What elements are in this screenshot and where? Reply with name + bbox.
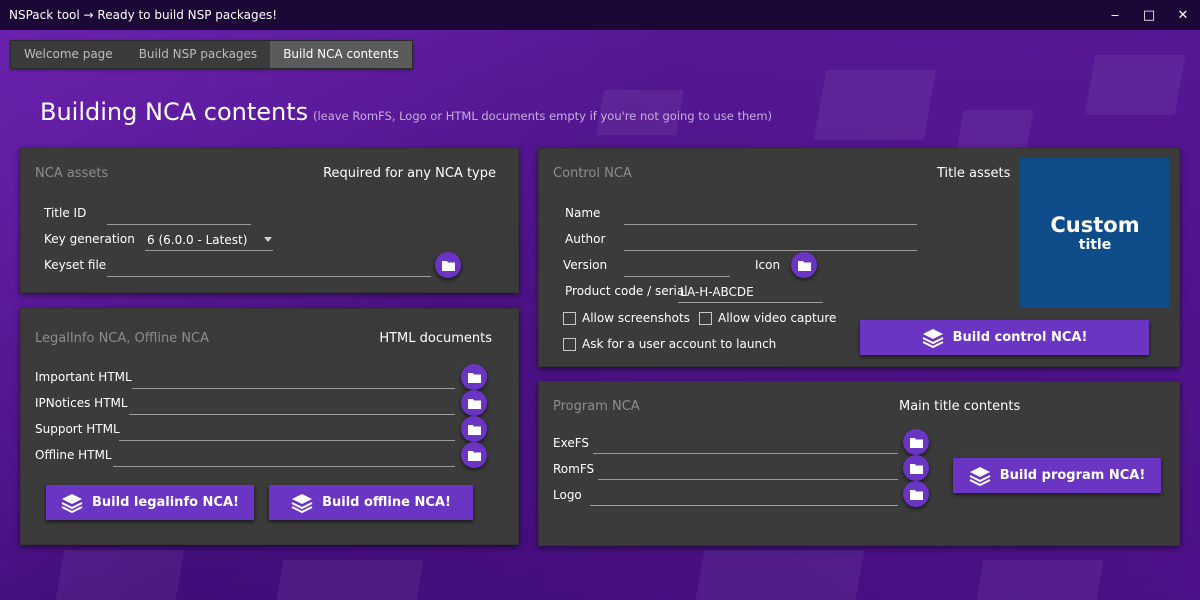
browse-romfs-button[interactable] bbox=[903, 455, 929, 481]
card-title: NCA assets bbox=[35, 166, 109, 181]
browse-logo-button[interactable] bbox=[903, 481, 929, 507]
important-html-label: Important HTML bbox=[35, 370, 132, 384]
program-nca-card: Program NCA Main title contents ExeFS Ro… bbox=[538, 381, 1180, 546]
checkbox-box bbox=[563, 311, 576, 325]
author-label: Author bbox=[565, 232, 606, 246]
title-preview-image[interactable]: Custom title bbox=[1020, 158, 1170, 308]
offline-html-input[interactable] bbox=[113, 447, 455, 467]
folder-icon bbox=[467, 372, 481, 383]
card-title: Control NCA bbox=[553, 166, 632, 181]
build-legalinfo-label: Build legalinfo NCA! bbox=[92, 495, 239, 510]
key-generation-label: Key generation bbox=[44, 232, 135, 246]
product-code-input[interactable]: LA-H-ABCDE bbox=[678, 283, 823, 303]
folder-icon bbox=[467, 398, 481, 409]
browse-ipnotices-html-button[interactable] bbox=[461, 390, 487, 416]
page-hint: (leave RomFS, Logo or HTML documents emp… bbox=[313, 109, 773, 123]
version-input[interactable] bbox=[624, 257, 730, 277]
name-input[interactable] bbox=[624, 205, 917, 225]
checkbox-box bbox=[699, 311, 712, 325]
allow-screenshots-checkbox[interactable]: Allow screenshots bbox=[563, 311, 690, 325]
ipnotices-html-label: IPNotices HTML bbox=[35, 396, 128, 410]
window-title: NSPack tool → Ready to build NSP package… bbox=[9, 8, 278, 22]
page-title: Building NCA contents bbox=[40, 98, 309, 126]
folder-icon bbox=[909, 489, 923, 500]
build-offline-button[interactable]: Build offline NCA! bbox=[269, 485, 473, 520]
legalinfo-card: LegalInfo NCA, Offline NCA HTML document… bbox=[20, 308, 519, 545]
name-label: Name bbox=[565, 206, 601, 220]
author-input[interactable] bbox=[624, 231, 917, 251]
ipnotices-html-input[interactable] bbox=[129, 395, 455, 415]
card-subtitle: Main title contents bbox=[899, 399, 1021, 414]
preview-line-1: Custom bbox=[1050, 212, 1140, 237]
logo-input[interactable] bbox=[590, 486, 898, 506]
allow-video-capture-label: Allow video capture bbox=[718, 311, 837, 325]
icon-label: Icon bbox=[755, 258, 781, 272]
ask-user-account-checkbox[interactable]: Ask for a user account to launch bbox=[563, 337, 776, 351]
build-legalinfo-button[interactable]: Build legalinfo NCA! bbox=[46, 485, 254, 520]
card-title: LegalInfo NCA, Offline NCA bbox=[35, 331, 210, 346]
folder-icon bbox=[467, 450, 481, 461]
layers-icon bbox=[969, 466, 991, 486]
browse-icon-button[interactable] bbox=[791, 252, 817, 278]
tab-bar: Welcome page Build NSP packages Build NC… bbox=[10, 40, 413, 69]
window-titlebar: NSPack tool → Ready to build NSP package… bbox=[0, 0, 1200, 30]
product-code-label: Product code / serial bbox=[565, 284, 688, 298]
build-offline-label: Build offline NCA! bbox=[322, 495, 451, 510]
preview-line-2: title bbox=[1078, 236, 1112, 253]
romfs-label: RomFS bbox=[553, 462, 595, 476]
folder-icon bbox=[797, 260, 811, 271]
build-program-button[interactable]: Build program NCA! bbox=[953, 458, 1161, 493]
build-control-button[interactable]: Build control NCA! bbox=[860, 320, 1149, 355]
build-program-label: Build program NCA! bbox=[999, 468, 1146, 483]
logo-label: Logo bbox=[553, 488, 582, 502]
offline-html-label: Offline HTML bbox=[35, 448, 112, 462]
support-html-input[interactable] bbox=[119, 421, 455, 441]
card-subtitle: Required for any NCA type bbox=[323, 166, 496, 181]
key-generation-select[interactable]: 6 (6.0.0 - Latest) bbox=[145, 231, 273, 251]
browse-important-html-button[interactable] bbox=[461, 364, 487, 390]
checkbox-box bbox=[563, 337, 576, 351]
ask-user-account-label: Ask for a user account to launch bbox=[582, 337, 777, 351]
build-control-label: Build control NCA! bbox=[952, 330, 1088, 345]
card-subtitle: Title assets bbox=[937, 166, 1011, 181]
minimize-button[interactable]: ‒ bbox=[1098, 0, 1132, 30]
folder-icon bbox=[467, 424, 481, 435]
browse-keyset-button[interactable] bbox=[435, 252, 461, 278]
tab-build-nsp-packages[interactable]: Build NSP packages bbox=[126, 41, 271, 68]
layers-icon bbox=[291, 493, 313, 513]
title-id-label: Title ID bbox=[44, 206, 87, 220]
tab-welcome-page[interactable]: Welcome page bbox=[11, 41, 126, 68]
romfs-input[interactable] bbox=[598, 460, 898, 480]
version-label: Version bbox=[563, 258, 608, 272]
layers-icon bbox=[61, 493, 83, 513]
browse-exefs-button[interactable] bbox=[903, 429, 929, 455]
keyset-file-input[interactable] bbox=[107, 257, 431, 277]
nca-assets-card: NCA assets Required for any NCA type Tit… bbox=[20, 148, 519, 293]
card-title: Program NCA bbox=[553, 399, 640, 414]
folder-icon bbox=[909, 437, 923, 448]
layers-icon bbox=[922, 328, 944, 348]
title-id-input[interactable] bbox=[107, 205, 251, 225]
card-subtitle: HTML documents bbox=[379, 331, 492, 346]
important-html-input[interactable] bbox=[132, 369, 455, 389]
folder-icon bbox=[441, 260, 455, 271]
browse-support-html-button[interactable] bbox=[461, 416, 487, 442]
chevron-down-icon bbox=[264, 237, 272, 242]
browse-offline-html-button[interactable] bbox=[461, 442, 487, 468]
close-button[interactable]: ✕ bbox=[1166, 0, 1200, 30]
keyset-file-label: Keyset file bbox=[44, 258, 107, 272]
allow-screenshots-label: Allow screenshots bbox=[582, 311, 690, 325]
allow-video-capture-checkbox[interactable]: Allow video capture bbox=[699, 311, 836, 325]
tab-build-nca-contents[interactable]: Build NCA contents bbox=[270, 41, 412, 68]
exefs-label: ExeFS bbox=[553, 436, 590, 450]
maximize-button[interactable]: □ bbox=[1132, 0, 1166, 30]
support-html-label: Support HTML bbox=[35, 422, 120, 436]
exefs-input[interactable] bbox=[593, 434, 898, 454]
folder-icon bbox=[909, 463, 923, 474]
